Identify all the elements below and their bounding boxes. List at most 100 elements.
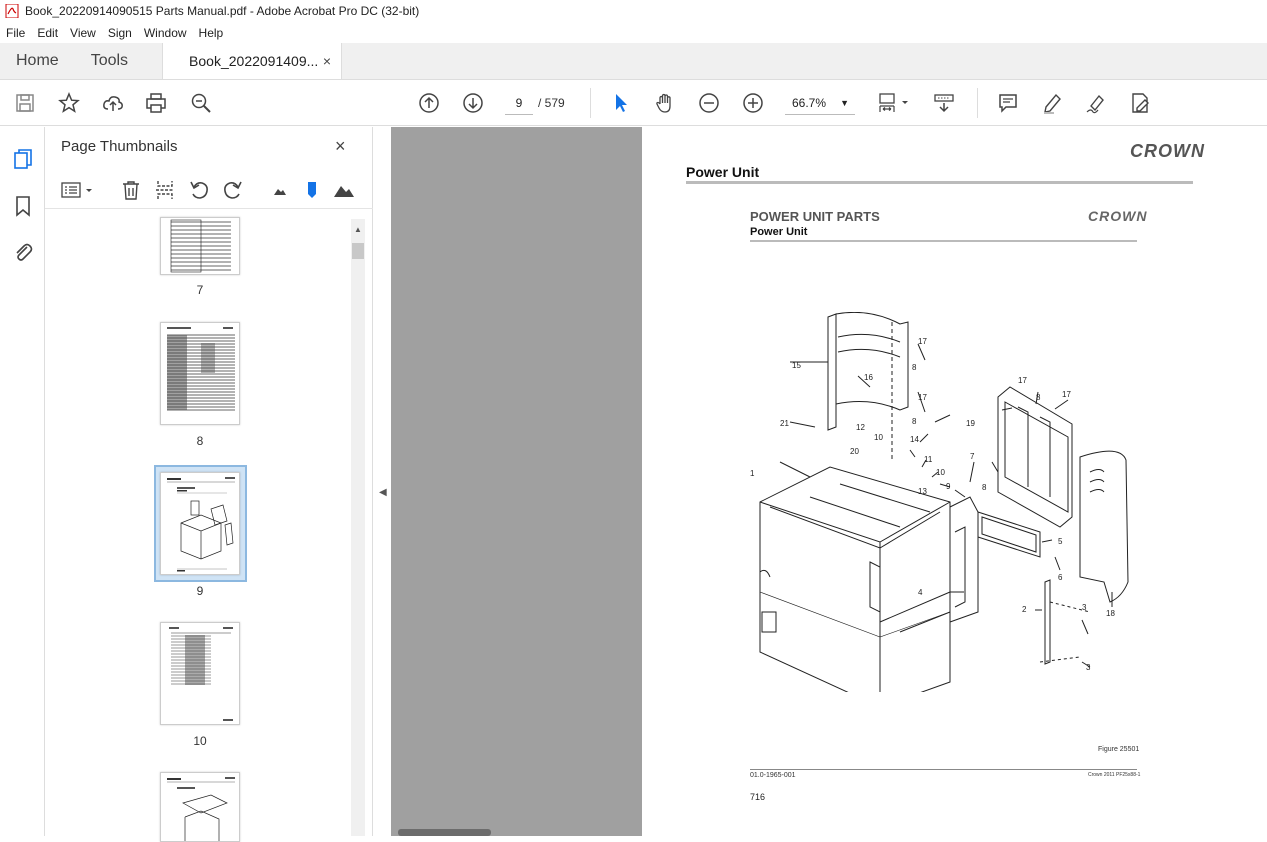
callout-label: 8 [982, 483, 987, 492]
tab-document-label: Book_2022091409... [189, 53, 319, 69]
menu-window[interactable]: Window [138, 26, 193, 40]
save-icon[interactable] [13, 91, 37, 115]
callout-label: 15 [792, 361, 801, 370]
thumbnail-page-number: 7 [196, 283, 204, 297]
panel-title: Page Thumbnails [61, 138, 178, 155]
attachment-icon[interactable] [11, 240, 35, 264]
scroll-up-icon[interactable]: ▲ [354, 225, 362, 234]
thumbnail-large-icon[interactable] [333, 179, 355, 201]
callout-label: 6 [1058, 573, 1063, 582]
sign-pen-icon[interactable] [1084, 91, 1108, 115]
zoom-in-icon[interactable] [741, 91, 765, 115]
footer-doc-number: 01.0-1965-001 [750, 772, 796, 779]
callout-label: 21 [780, 419, 789, 428]
previous-page-icon[interactable] [417, 91, 441, 115]
menu-bar: File Edit View Sign Window Help [0, 22, 1267, 43]
callout-label: 16 [864, 373, 873, 382]
footer-copyright: Crown 2011 PF25x88-1 [1088, 772, 1141, 778]
callout-label: 17 [918, 337, 927, 346]
footer-rule [750, 769, 1137, 770]
star-icon[interactable] [57, 91, 81, 115]
zoom-search-icon[interactable] [189, 91, 213, 115]
callout-label: 8 [1036, 393, 1041, 402]
horizontal-scrollbar-thumb[interactable] [398, 829, 491, 836]
menu-view[interactable]: View [64, 26, 102, 40]
thumbnail-small-icon[interactable] [269, 179, 291, 201]
crown-logo-small: CROWN [1088, 208, 1148, 224]
thumbnail-options-icon[interactable] [60, 179, 96, 201]
extract-page-icon[interactable] [154, 179, 176, 201]
close-icon[interactable]: × [335, 136, 346, 157]
thumbnail-page-number: 10 [193, 734, 207, 748]
document-background [391, 127, 642, 836]
rotate-right-icon[interactable] [222, 179, 244, 201]
next-page-icon[interactable] [461, 91, 485, 115]
section-subtitle: Power Unit [750, 226, 808, 238]
page-number-input[interactable]: 9 [505, 91, 533, 115]
page-thumbnails-icon[interactable] [11, 147, 35, 171]
highlighter-pen-icon[interactable] [1040, 91, 1064, 115]
callout-label: 7 [970, 452, 975, 461]
print-icon[interactable] [144, 91, 168, 115]
callout-label: 14 [910, 435, 919, 444]
callout-label: 4 [918, 588, 923, 597]
thumbnail-image [160, 622, 240, 725]
rotate-left-icon[interactable] [188, 179, 210, 201]
tab-home[interactable]: Home [0, 43, 75, 79]
zoom-level-value: 66.7% [792, 96, 827, 110]
callout-label: 8 [912, 417, 917, 426]
comment-icon[interactable] [996, 91, 1020, 115]
exploded-parts-diagram: 1 2 3 3 4 5 6 7 8 8 8 8 9 10 10 11 12 13… [750, 312, 1129, 692]
callout-label: 8 [912, 363, 917, 372]
bookmark-icon[interactable] [11, 194, 35, 218]
select-cursor-icon[interactable] [609, 91, 633, 115]
callout-label: 3 [1086, 663, 1091, 672]
pdf-page-number: 716 [750, 792, 766, 802]
thumbnails-scrollbar[interactable]: ▲ [351, 219, 365, 836]
callout-label: 12 [856, 423, 865, 432]
callout-label: 11 [924, 455, 933, 464]
callout-label: 20 [850, 447, 859, 456]
thumbnail-image [160, 472, 240, 575]
callout-label: 10 [936, 468, 945, 477]
callout-labels: 1 2 3 3 4 5 6 7 8 8 8 8 9 10 10 11 12 13… [750, 337, 1115, 672]
window-title: Book_20220914090515 Parts Manual.pdf - A… [25, 4, 420, 18]
zoom-out-icon[interactable] [697, 91, 721, 115]
acrobat-icon [5, 4, 19, 18]
scroll-mode-icon[interactable] [932, 91, 956, 115]
scrollbar-thumb[interactable] [352, 243, 364, 259]
menu-edit[interactable]: Edit [31, 26, 64, 40]
thumbnail-toolbar [45, 171, 373, 209]
menu-help[interactable]: Help [193, 26, 230, 40]
hand-tool-icon[interactable] [653, 91, 677, 115]
collapse-panel-icon[interactable]: ◀ [379, 487, 387, 498]
toolbar-divider [590, 88, 591, 118]
thumbnail-image [160, 322, 240, 425]
left-rail [0, 127, 45, 836]
page-header-title: Power Unit [686, 164, 760, 180]
pdf-page: CROWN Power Unit POWER UNIT PARTS CROWN … [642, 127, 1267, 836]
fit-page-icon[interactable] [876, 91, 912, 115]
tab-document[interactable]: Book_2022091409... × [162, 43, 343, 79]
thumbnail-image [160, 217, 240, 275]
callout-label: 2 [1022, 605, 1027, 614]
callout-label: 3 [1082, 603, 1087, 612]
page-total: / 579 [538, 96, 565, 110]
callout-label: 19 [966, 419, 975, 428]
callout-label: 18 [1106, 609, 1115, 618]
tab-tools[interactable]: Tools [75, 43, 144, 79]
delete-page-icon[interactable] [120, 179, 142, 201]
menu-file[interactable]: File [0, 26, 31, 40]
menu-sign[interactable]: Sign [102, 26, 138, 40]
upload-cloud-icon[interactable] [101, 91, 125, 115]
figure-label: Figure 25501 [1098, 746, 1140, 753]
thumbnail-page-number: 9 [196, 584, 204, 598]
thumbnail-image [160, 772, 240, 842]
zoom-level-dropdown[interactable]: 66.7% ▼ [785, 91, 855, 115]
thumbnail-slider-icon[interactable] [301, 179, 323, 201]
callout-label: 13 [918, 487, 927, 496]
thumbnails-panel: Page Thumbnails × 7 8 9 10 ▲ [45, 127, 373, 842]
tab-close-icon[interactable]: × [323, 53, 331, 69]
edit-pdf-icon[interactable] [1128, 91, 1152, 115]
callout-label: 1 [750, 469, 755, 478]
